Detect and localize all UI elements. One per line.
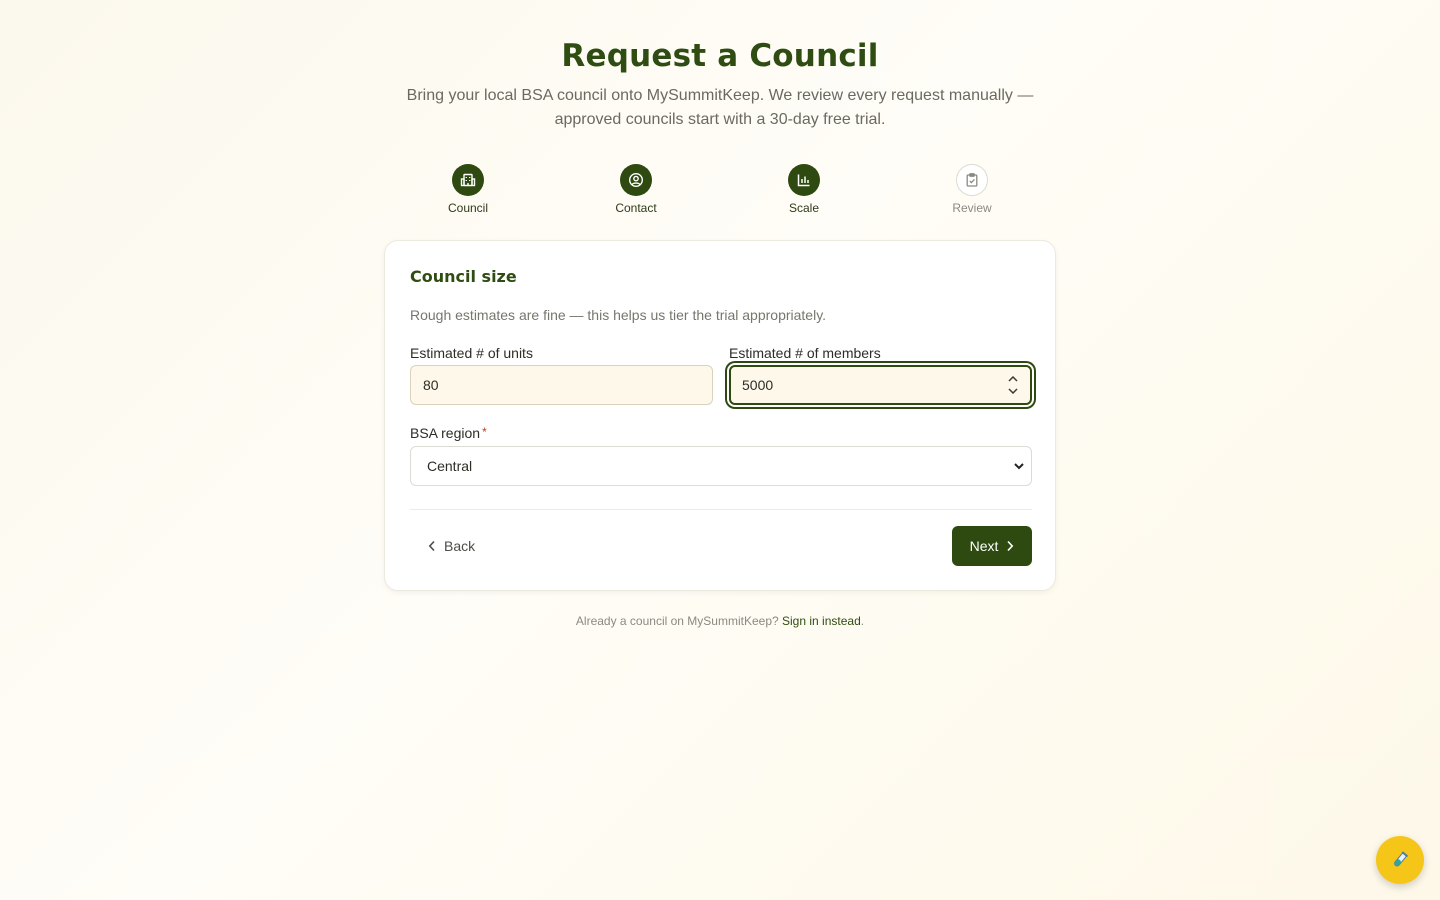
progress-steps: Council Contact Scale Review xyxy=(384,164,1056,220)
units-value: 80 xyxy=(423,377,439,393)
page-title: Request a Council xyxy=(561,38,879,74)
chevron-up-icon[interactable] xyxy=(1008,376,1018,382)
step-label: Council xyxy=(447,201,489,215)
region-label-text: BSA region xyxy=(410,425,481,441)
card-title: Council size xyxy=(410,267,517,286)
footer-signin: Already a council on MySummitKeep? Sign … xyxy=(0,614,1440,628)
test-tube-icon xyxy=(1394,851,1408,867)
region-selected-value: Central xyxy=(427,458,473,474)
chevron-down-icon xyxy=(1014,463,1024,470)
region-select[interactable]: Central xyxy=(410,446,1032,486)
step-contact: Contact xyxy=(576,164,696,215)
council-size-card: Council size Rough estimates are fine — … xyxy=(384,240,1056,591)
step-review: Review xyxy=(912,164,1032,215)
units-label: Estimated # of units xyxy=(410,345,533,361)
back-button[interactable]: Back xyxy=(410,526,500,566)
required-asterisk: * xyxy=(482,425,487,439)
chevron-right-icon xyxy=(1007,540,1014,552)
step-label: Scale xyxy=(788,201,820,215)
user-circle-icon xyxy=(620,164,652,196)
members-input[interactable]: 5000 xyxy=(729,365,1032,405)
step-council: Council xyxy=(408,164,528,215)
step-scale: Scale xyxy=(744,164,864,215)
clipboard-check-icon xyxy=(956,164,988,196)
chevron-down-icon[interactable] xyxy=(1008,388,1018,394)
next-label: Next xyxy=(969,538,999,554)
test-tube-button[interactable] xyxy=(1376,836,1424,884)
next-button[interactable]: Next xyxy=(952,526,1032,566)
building-icon xyxy=(452,164,484,196)
bar-chart-icon xyxy=(788,164,820,196)
divider xyxy=(410,509,1032,510)
members-label: Estimated # of members xyxy=(729,345,881,361)
chevron-left-icon xyxy=(428,540,435,552)
page-subtitle: Bring your local BSA council onto MySumm… xyxy=(406,87,1034,128)
members-value: 5000 xyxy=(742,377,774,393)
number-stepper[interactable] xyxy=(1008,376,1018,394)
card-description: Rough estimates are fine — this helps us… xyxy=(410,307,827,323)
units-input[interactable]: 80 xyxy=(410,365,713,405)
region-label: BSA region * xyxy=(410,425,487,441)
sign-in-link[interactable]: Sign in instead xyxy=(782,614,861,628)
back-label: Back xyxy=(444,538,476,554)
step-label: Contact xyxy=(615,201,657,215)
footer-suffix: . xyxy=(860,614,865,628)
footer-text: Already a council on MySummitKeep? xyxy=(575,614,779,628)
step-label: Review xyxy=(952,201,992,215)
